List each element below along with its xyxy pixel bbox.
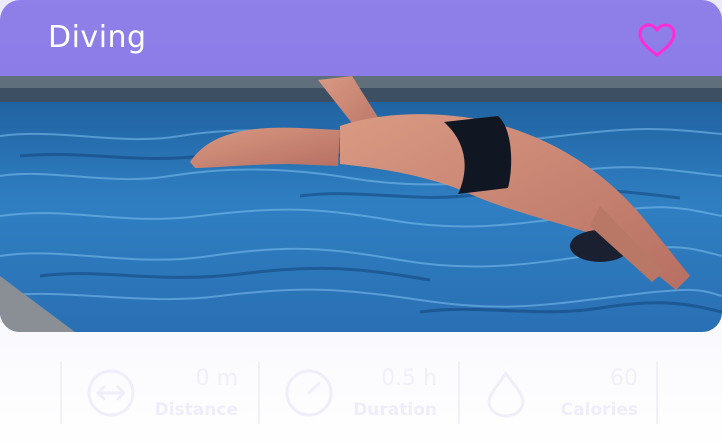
calories-label: Calories (560, 400, 638, 420)
duration-label: Duration (353, 400, 437, 420)
heart-icon[interactable] (637, 22, 677, 58)
card-header: Diving (0, 0, 722, 332)
calories-value: 60 (610, 366, 638, 391)
stat-divider (656, 362, 658, 424)
stats-row: 0 m Distance 0.5 h Duration 60 Calories (0, 360, 722, 426)
stat-divider (458, 362, 460, 424)
distance-value: 0 m (195, 366, 238, 391)
duration-value: 0.5 h (381, 366, 437, 391)
stat-divider (258, 362, 260, 424)
activity-card: Diving 0 m Distance 0.5 h Duration 60 Ca… (0, 0, 722, 448)
drop-icon (487, 371, 525, 418)
activity-title: Diving (48, 20, 147, 55)
stat-divider (60, 362, 62, 424)
distance-label: Distance (154, 400, 238, 420)
activity-photo (0, 76, 722, 332)
